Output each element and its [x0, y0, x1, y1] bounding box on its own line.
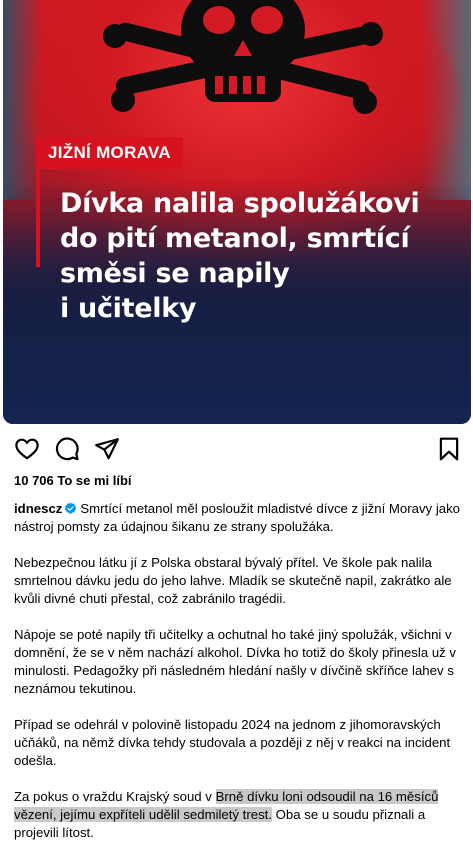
comment-icon	[55, 437, 79, 461]
caption-paragraph: Případ se odehrál v polovině listopadu 2…	[14, 717, 451, 768]
comment-button[interactable]	[54, 436, 80, 462]
like-button[interactable]	[14, 436, 40, 462]
post-caption: idnescz Smrtící metanol měl posloužit mla…	[14, 500, 464, 844]
save-button[interactable]	[436, 436, 462, 462]
share-button[interactable]	[94, 436, 120, 462]
caption-paragraph: Nebezpečnou látku jí z Polska obstaral b…	[14, 555, 452, 606]
headline-line: i učitelky	[60, 293, 197, 324]
post-headline: Dívka nalila spolužákovi do pití metanol…	[60, 186, 440, 326]
headline-line: do pití metanol, smrtící	[60, 223, 410, 254]
likes-count[interactable]: 10 706 To se mi líbí	[14, 473, 132, 488]
skull-crossbones-icon	[103, 0, 383, 114]
caption-text: Za pokus o vraždu Krajský soud v	[14, 789, 216, 804]
bookmark-icon	[439, 437, 459, 461]
heart-icon	[15, 438, 39, 460]
username-link[interactable]: idnescz	[14, 501, 62, 516]
action-bar	[0, 434, 473, 464]
accent-bar	[36, 169, 40, 267]
verified-badge-icon	[65, 502, 77, 514]
caption-paragraph: Nápoje se poté napily tři učitelky a och…	[14, 627, 457, 696]
region-tag: JIŽNÍ MORAVA	[36, 137, 183, 169]
caption-text: Smrtící metanol měl posloužit mladistvé …	[14, 501, 461, 534]
send-icon	[95, 438, 119, 460]
caption-paragraph: Za pokus o vraždu Krajský soud v Brně dí…	[14, 788, 464, 842]
headline-line: směsi se napily	[60, 258, 290, 289]
headline-line: Dívka nalila spolužákovi	[60, 188, 420, 219]
caption-paragraph: idnescz Smrtící metanol měl posloužit mla…	[14, 500, 464, 536]
